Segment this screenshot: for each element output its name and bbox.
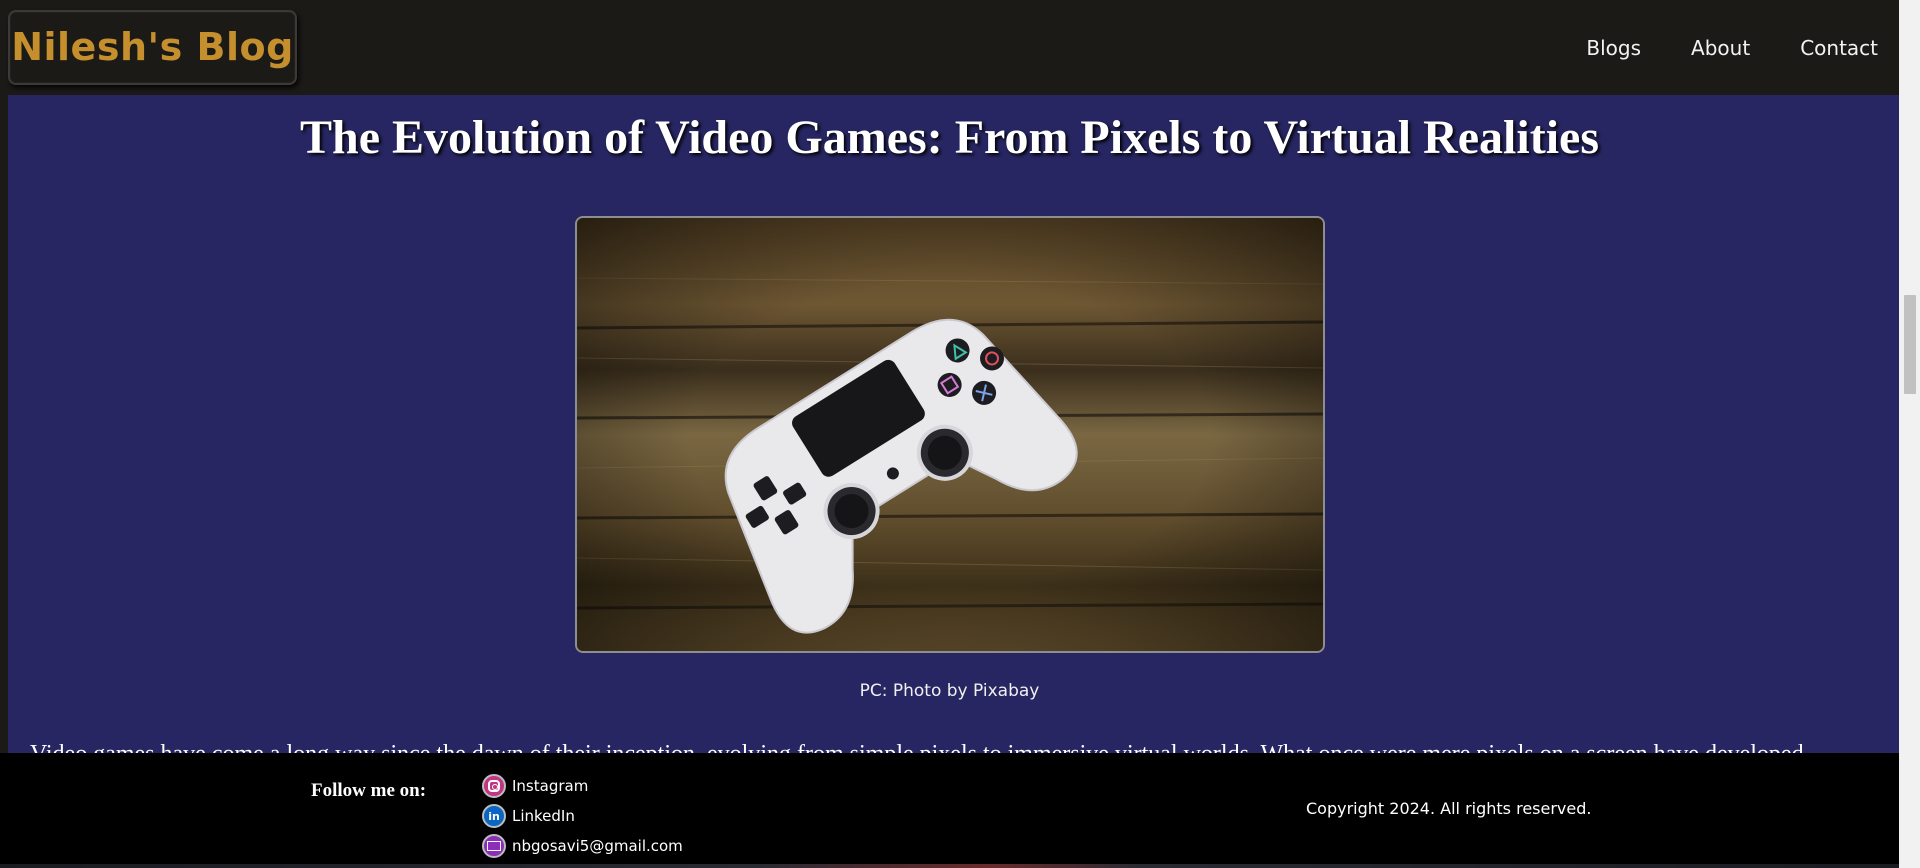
article-hero-image bbox=[575, 216, 1325, 653]
follow-label: Follow me on: bbox=[311, 780, 427, 801]
instagram-label: Instagram bbox=[512, 777, 589, 795]
instagram-link[interactable]: Instagram bbox=[482, 771, 683, 801]
game-controller-photo bbox=[577, 218, 1323, 651]
linkedin-link[interactable]: in LinkedIn bbox=[482, 801, 683, 831]
nav-about-link[interactable]: About bbox=[1691, 36, 1750, 60]
email-label: nbgosavi5@gmail.com bbox=[512, 837, 683, 855]
site-logo[interactable]: Nilesh's Blog bbox=[8, 10, 297, 85]
copyright-text: Copyright 2024. All rights reserved. bbox=[1306, 799, 1592, 818]
nav-blogs-link[interactable]: Blogs bbox=[1586, 36, 1641, 60]
image-caption: PC: Photo by Pixabay bbox=[859, 681, 1040, 701]
article-title: The Evolution of Video Games: From Pixel… bbox=[299, 111, 1600, 164]
mail-icon bbox=[482, 834, 506, 858]
instagram-icon bbox=[482, 774, 506, 798]
vertical-scrollbar[interactable] bbox=[1899, 0, 1920, 868]
linkedin-icon: in bbox=[482, 804, 506, 828]
page-bottom-edge bbox=[0, 864, 1899, 868]
main-nav: Blogs About Contact bbox=[1536, 0, 1878, 95]
nav-contact-link[interactable]: Contact bbox=[1800, 36, 1878, 60]
scrollbar-thumb[interactable] bbox=[1904, 295, 1916, 394]
site-footer: Follow me on: Instagram in LinkedIn nbgo… bbox=[0, 753, 1899, 864]
linkedin-label: LinkedIn bbox=[512, 807, 575, 825]
site-header: Nilesh's Blog Blogs About Contact bbox=[0, 0, 1899, 95]
page-left-border bbox=[0, 0, 8, 868]
social-links: Instagram in LinkedIn nbgosavi5@gmail.co… bbox=[482, 771, 683, 861]
email-link[interactable]: nbgosavi5@gmail.com bbox=[482, 831, 683, 861]
